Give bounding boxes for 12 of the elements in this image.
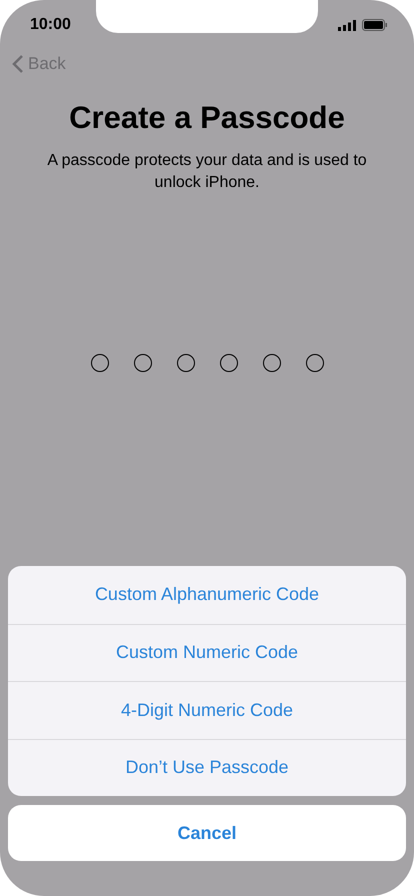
sheet-option[interactable]: 4-Digit Numeric Code [8,681,406,738]
chevron-left-icon [12,54,24,74]
battery-icon [362,19,388,31]
sheet-option[interactable]: Custom Numeric Code [8,624,406,681]
description-text: A passcode protects your data and is used to unlock iPhone. [46,151,368,193]
signal-icon [338,20,356,30]
sheet-option[interactable]: Don’t Use Passcode [8,738,406,796]
back-button[interactable]: Back [12,54,66,74]
status-time: 10:00 [30,16,71,34]
page-title: Create a Passcode [68,100,346,136]
cancel-button[interactable]: Cancel [8,805,406,861]
sheet-option[interactable]: Custom Alphanumeric Code [8,566,406,624]
